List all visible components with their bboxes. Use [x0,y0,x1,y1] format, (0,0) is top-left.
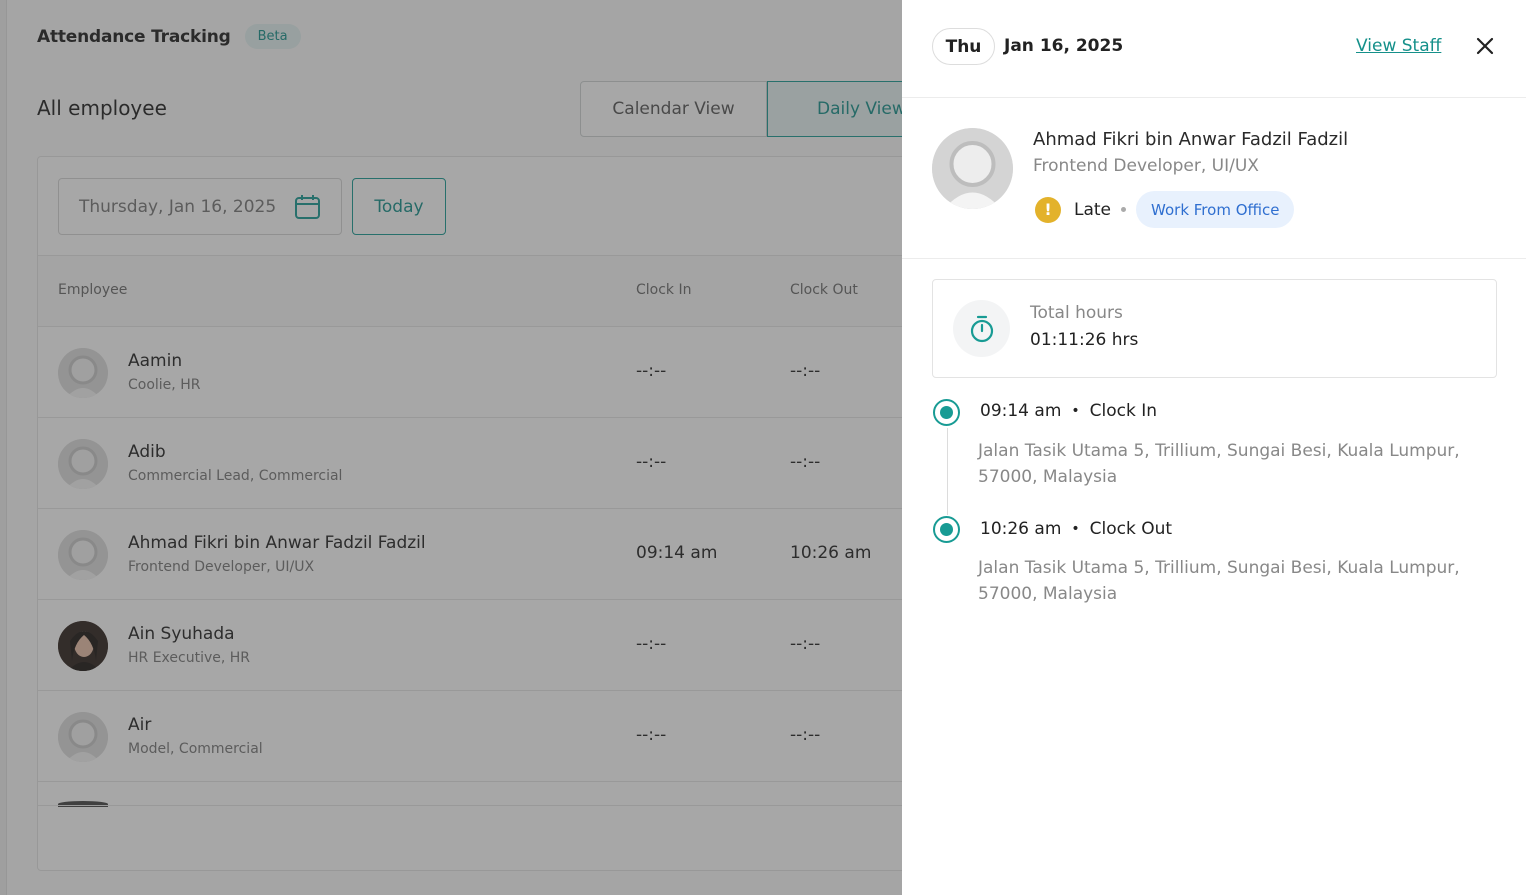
day-pill: Thu [932,28,995,65]
status-label: Late [1074,199,1112,220]
event-type: Clock Out [1089,519,1173,539]
timeline-event-title: 09:14 am • Clock In [980,401,1157,421]
drawer-header: Thu Jan 16, 2025 View Staff [902,0,1526,98]
timeline-event-title: 10:26 am • Clock Out [980,519,1172,539]
employee-profile: Ahmad Fikri bin Anwar Fadzil Fadzil Fron… [902,98,1526,259]
close-icon[interactable] [1474,35,1496,57]
drawer-date: Jan 16, 2025 [1004,36,1124,56]
timeline-dot-icon [933,399,960,426]
attendance-detail-drawer: Thu Jan 16, 2025 View Staff Ahmad Fikri … [902,0,1526,895]
event-time: 10:26 am [980,519,1062,539]
employee-name: Ahmad Fikri bin Anwar Fadzil Fadzil [1033,129,1349,150]
total-hours-label: Total hours [1030,303,1123,323]
stopwatch-icon [953,300,1010,357]
employee-role: Frontend Developer, UI/UX [1033,156,1259,176]
event-separator: • [1071,521,1080,537]
view-staff-link[interactable]: View Staff [1356,36,1441,56]
status-row: ! Late Work From Office [1035,191,1295,228]
separator-dot [1121,207,1127,212]
work-mode-badge: Work From Office [1136,191,1295,228]
timeline-dot-icon [933,516,960,543]
total-hours-value: 01:11:26 hrs [1030,330,1139,350]
event-type: Clock In [1089,401,1158,421]
event-time: 09:14 am [980,401,1062,421]
event-separator: • [1071,403,1080,419]
timeline-connector [947,428,948,515]
event-address: Jalan Tasik Utama 5, Trillium, Sungai Be… [978,441,1460,487]
total-hours-card: Total hours 01:11:26 hrs [932,279,1497,378]
avatar-placeholder-icon [932,128,1013,209]
event-address: Jalan Tasik Utama 5, Trillium, Sungai Be… [978,558,1460,604]
avatar [932,128,1013,209]
warning-icon: ! [1035,196,1061,223]
modal-backdrop[interactable] [0,0,902,895]
